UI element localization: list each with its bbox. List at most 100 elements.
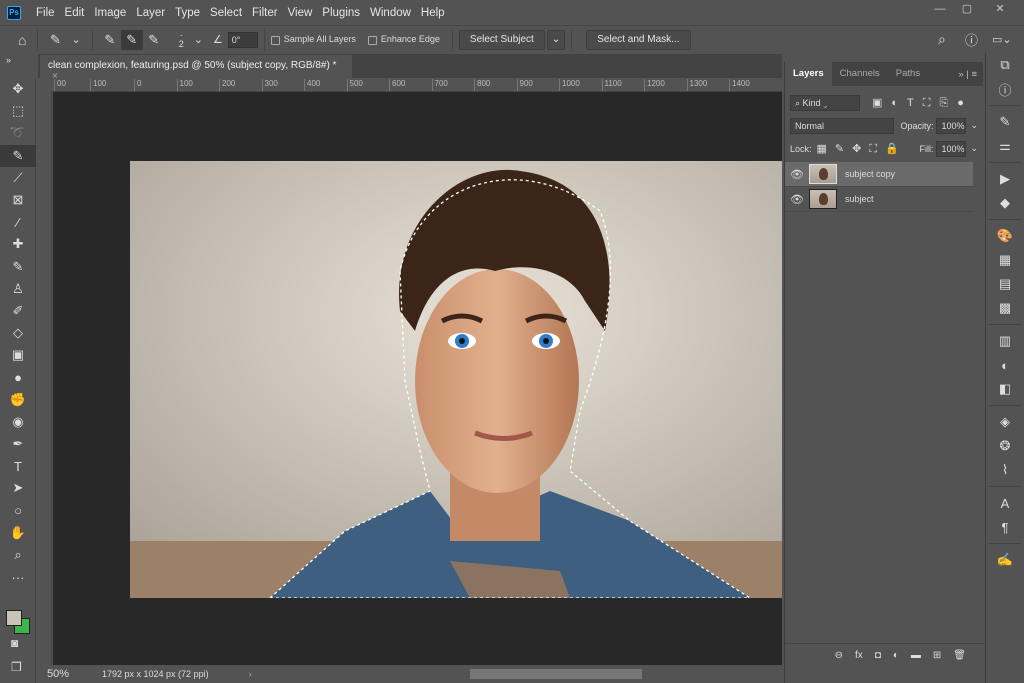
path-selection-icon[interactable]: ➤ xyxy=(0,477,36,499)
new-selection-icon[interactable]: ✎ xyxy=(99,30,121,50)
patterns-icon[interactable]: ▩ xyxy=(986,296,1024,320)
properties-icon[interactable]: ◧ xyxy=(986,377,1024,401)
character-icon[interactable]: A xyxy=(986,491,1024,515)
color-palette-icon[interactable]: 🎨 xyxy=(986,224,1024,248)
menu-view[interactable]: View xyxy=(283,7,318,19)
sample-all-layers-checkbox[interactable]: Sample All Layers xyxy=(270,34,356,45)
tab-layers[interactable]: Layers xyxy=(785,62,832,86)
menu-image[interactable]: Image xyxy=(89,7,131,19)
help-icon[interactable]: ⓘ xyxy=(965,30,978,49)
panel-menu-icon[interactable]: » | ≡ xyxy=(958,69,977,80)
menu-filter[interactable]: Filter xyxy=(247,7,283,19)
menu-plugins[interactable]: Plugins xyxy=(317,7,365,19)
status-expand-icon[interactable]: › xyxy=(249,669,252,679)
link-icon[interactable]: ⊖ xyxy=(835,650,843,661)
filter-type-icons[interactable]: ▣◐T⛶⎘● xyxy=(872,96,973,110)
object-selection-tool-icon[interactable]: ⟋ xyxy=(0,167,36,189)
brush-tool-icon[interactable]: ✎ xyxy=(0,256,36,278)
menu-edit[interactable]: Edit xyxy=(60,7,90,19)
crop-tool-icon[interactable]: ⊠ xyxy=(0,189,36,211)
search-icon[interactable]: ⌕ xyxy=(938,31,946,48)
tab-channels[interactable]: Channels xyxy=(832,62,888,86)
healing-brush-icon[interactable]: ✚ xyxy=(0,233,36,255)
fill-chevron[interactable]: ⌄ xyxy=(970,143,978,154)
enhance-edge-checkbox[interactable]: Enhance Edge xyxy=(367,34,440,45)
history-brush-icon[interactable]: ✐ xyxy=(0,300,36,322)
chevron-down-icon[interactable]: ⌄ xyxy=(71,33,80,46)
menu-window[interactable]: Window xyxy=(365,7,416,19)
gradients-icon[interactable]: ▤ xyxy=(986,272,1024,296)
quick-mask-icon[interactable]: ◙ xyxy=(11,636,18,650)
paths-icon[interactable]: ⌇ xyxy=(986,458,1024,482)
lock-icons[interactable]: ▦✎✥⛶🔒 xyxy=(817,142,907,156)
gradient-tool-icon[interactable]: ▣ xyxy=(0,344,36,366)
layer-row[interactable]: 👁 subject copy xyxy=(785,162,973,187)
select-subject-dropdown[interactable]: ⌄ xyxy=(546,29,566,50)
fill-field[interactable]: 100% xyxy=(936,140,967,157)
fx-icon[interactable]: fx xyxy=(855,650,863,661)
select-subject-button[interactable]: Select Subject xyxy=(458,29,545,50)
brush-settings-icon[interactable]: ✎ xyxy=(986,110,1024,134)
swatches-icon[interactable]: ▦ xyxy=(986,248,1024,272)
document-image[interactable] xyxy=(130,161,782,598)
minimize-button[interactable]: — xyxy=(925,0,955,20)
blend-mode-select[interactable]: Normal xyxy=(790,117,895,134)
group-icon[interactable]: ▬ xyxy=(911,650,921,661)
dodge-tool-icon[interactable]: ✊ xyxy=(0,389,36,411)
libraries-icon[interactable]: ▥ xyxy=(986,329,1024,353)
smudge-tool-icon[interactable]: ◉ xyxy=(0,411,36,433)
menu-type[interactable]: Type xyxy=(170,7,205,19)
quick-selection-tool-icon[interactable]: ✎ xyxy=(0,144,36,167)
type-tool-icon[interactable]: T xyxy=(0,455,36,477)
layers-icon[interactable]: ◈ xyxy=(986,410,1024,434)
canvas-area[interactable] xyxy=(53,92,782,665)
new-layer-icon[interactable]: ⊞ xyxy=(933,650,941,661)
select-and-mask-button[interactable]: Select and Mask... xyxy=(586,29,691,50)
menu-layer[interactable]: Layer xyxy=(131,7,170,19)
zoom-tool-icon[interactable]: ⌕ xyxy=(0,544,36,566)
trash-icon[interactable]: 🗑 xyxy=(953,650,966,661)
menu-help[interactable]: Help xyxy=(416,7,450,19)
adjustments-sliders-icon[interactable]: ⚌ xyxy=(986,134,1024,158)
home-icon[interactable]: ⌂ xyxy=(18,32,26,48)
document-tab[interactable]: clean complexion, featuring.psd @ 50% (s… xyxy=(40,55,352,82)
foreground-color-swatch[interactable] xyxy=(6,610,22,626)
pen-tool-icon[interactable]: ✒ xyxy=(0,433,36,455)
angle-field[interactable]: 0° xyxy=(227,31,258,48)
workspace-icon[interactable]: ▭⌄ xyxy=(992,33,1012,46)
eraser-tool-icon[interactable]: ◇ xyxy=(0,322,36,344)
adjustments-icon[interactable]: ◐ xyxy=(986,353,1024,377)
maximize-button[interactable]: ▢ xyxy=(952,0,982,20)
tab-paths[interactable]: Paths xyxy=(888,62,928,86)
close-window-button[interactable]: ✕ xyxy=(985,0,1015,20)
document-info[interactable]: 1792 px x 1024 px (72 ppi) xyxy=(102,669,209,679)
opacity-chevron[interactable]: ⌄ xyxy=(970,120,978,131)
layer-row[interactable]: 👁 subject xyxy=(785,187,973,212)
info-icon[interactable]: ⓘ xyxy=(986,77,1024,101)
plugin-icon[interactable]: ◆ xyxy=(986,191,1024,215)
zoom-level[interactable]: 50% xyxy=(47,668,102,680)
opacity-field[interactable]: 100% xyxy=(936,117,967,134)
subtract-from-selection-icon[interactable]: ✎ xyxy=(143,30,165,50)
history-icon[interactable]: ⧉ xyxy=(986,53,1024,77)
adjustment-icon[interactable]: ◐ xyxy=(893,650,899,661)
tool-preset-picker[interactable]: ✎ xyxy=(44,30,66,50)
ellipse-tool-icon[interactable]: ○ xyxy=(0,500,36,522)
lasso-tool-icon[interactable]: ➰ xyxy=(0,122,36,144)
more-tools-icon[interactable]: ··· xyxy=(0,566,36,588)
menu-select[interactable]: Select xyxy=(205,7,247,19)
add-to-selection-icon[interactable]: ✎ xyxy=(120,29,143,50)
move-tool-icon[interactable]: ✥ xyxy=(0,78,36,100)
mask-icon[interactable]: ◘ xyxy=(875,650,881,661)
menu-file[interactable]: File xyxy=(31,7,60,19)
notes-icon[interactable]: ✍ xyxy=(986,548,1024,572)
filter-kind-select[interactable]: ⌕ Kind ⌄ xyxy=(790,94,860,111)
blur-tool-icon[interactable]: ● xyxy=(0,366,36,388)
screen-mode-icon[interactable]: ❐ xyxy=(11,660,22,674)
horizontal-scrollbar[interactable] xyxy=(470,669,642,679)
clone-stamp-icon[interactable]: ♙ xyxy=(0,278,36,300)
actions-play-icon[interactable]: ▶ xyxy=(986,167,1024,191)
paragraph-icon[interactable]: ¶ xyxy=(986,515,1024,539)
visibility-eye-icon[interactable]: 👁 xyxy=(785,168,809,181)
toolbar-collapse-icon[interactable]: » xyxy=(0,53,36,78)
